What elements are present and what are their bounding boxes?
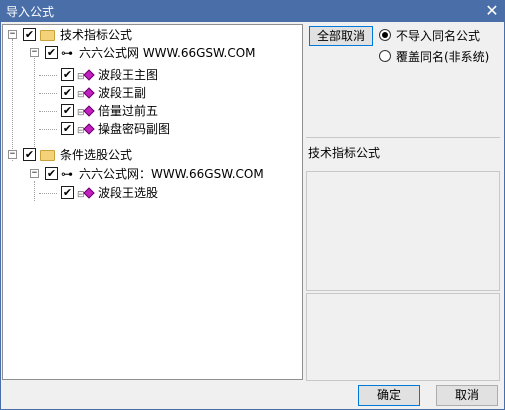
collapse-icon[interactable]: − [30, 48, 39, 57]
formula-diamond-icon: ⊟ [77, 86, 95, 100]
formula-diamond-icon: ⊟ [77, 104, 95, 118]
checkbox-checked-icon[interactable]: ✔ [61, 104, 74, 117]
deselect-all-button[interactable]: 全部取消 [309, 26, 373, 46]
radio-overwrite-duplicates-label[interactable]: 覆盖同名(非系统) [396, 48, 489, 65]
tree-node-formula[interactable]: ✔ ⊟ 操盘密码副图 [3, 121, 302, 137]
close-icon[interactable]: ✕ [483, 2, 501, 20]
formula-description-panel [306, 171, 500, 291]
checkbox-checked-icon[interactable]: ✔ [23, 28, 36, 41]
formula-diamond-icon: ⊟ [77, 68, 95, 82]
formula-diamond-icon: ⊟ [77, 186, 95, 200]
tree-node-label: 倍量过前五 [98, 104, 159, 118]
checkbox-checked-icon[interactable]: ✔ [61, 68, 74, 81]
tree-node-formula[interactable]: ✔ ⊟ 波段王选股 [3, 185, 302, 201]
radio-skip-duplicates-label[interactable]: 不导入同名公式 [396, 27, 480, 44]
tree-node-label: 六六公式网：WWW.66GSW.COM [79, 167, 264, 181]
tree-node-label: 波段王副 [98, 86, 147, 100]
cancel-button[interactable]: 取消 [436, 385, 498, 406]
title-bar: 导入公式 ✕ [0, 0, 505, 22]
divider [306, 137, 500, 138]
formula-detail-panel [306, 293, 500, 381]
checkbox-checked-icon[interactable]: ✔ [61, 86, 74, 99]
formula-diamond-icon: ⊟ [77, 122, 95, 136]
window-title: 导入公式 [6, 5, 55, 19]
key-icon: ⊶ [61, 167, 73, 181]
tree-node-indicator-formulas[interactable]: − ✔ 技术指标公式 [3, 27, 302, 43]
collapse-icon[interactable]: − [8, 30, 17, 39]
radio-skip-duplicates[interactable] [379, 29, 391, 41]
checkbox-checked-icon[interactable]: ✔ [45, 46, 58, 59]
tree-node-formula[interactable]: ✔ ⊟ 波段王主图 [3, 67, 302, 83]
tree-node-formula[interactable]: ✔ ⊟ 倍量过前五 [3, 103, 302, 119]
formula-category-label: 技术指标公式 [308, 146, 381, 160]
key-icon: ⊶ [61, 46, 73, 60]
tree-node-stock-screening-formulas[interactable]: − ✔ 条件选股公式 [3, 147, 302, 163]
folder-icon [40, 30, 55, 41]
folder-icon [40, 150, 55, 161]
tree-node-source-site[interactable]: − ✔ ⊶ 六六公式网 WWW.66GSW.COM [3, 45, 302, 61]
tree-node-formula[interactable]: ✔ ⊟ 波段王副 [3, 85, 302, 101]
tree-node-label: 六六公式网 WWW.66GSW.COM [79, 46, 256, 60]
tree-node-source-site[interactable]: − ✔ ⊶ 六六公式网：WWW.66GSW.COM [3, 166, 302, 182]
checkbox-checked-icon[interactable]: ✔ [23, 148, 36, 161]
checkbox-checked-icon[interactable]: ✔ [61, 122, 74, 135]
checkbox-checked-icon[interactable]: ✔ [61, 186, 74, 199]
tree-node-label: 波段王主图 [98, 68, 159, 82]
collapse-icon[interactable]: − [8, 150, 17, 159]
collapse-icon[interactable]: − [30, 169, 39, 178]
checkbox-checked-icon[interactable]: ✔ [45, 167, 58, 180]
tree-node-label: 技术指标公式 [60, 28, 133, 42]
tree-node-label: 条件选股公式 [60, 148, 133, 162]
radio-overwrite-duplicates[interactable] [379, 50, 391, 62]
tree-node-label: 操盘密码副图 [98, 122, 171, 136]
ok-button[interactable]: 确定 [358, 385, 420, 406]
tree-node-label: 波段王选股 [98, 186, 159, 200]
formula-tree[interactable]: − ✔ 技术指标公式 − ✔ ⊶ 六六公式网 WWW.66GSW.COM ✔ ⊟… [2, 24, 303, 380]
